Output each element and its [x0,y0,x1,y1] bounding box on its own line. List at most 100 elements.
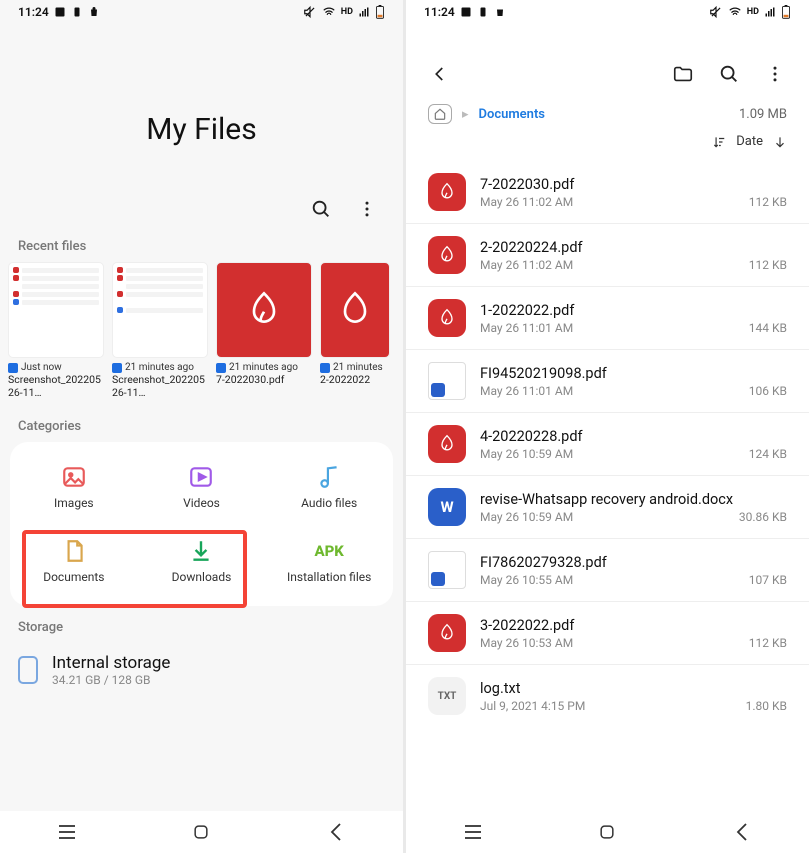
nav-back[interactable] [324,820,348,844]
search-icon [310,198,332,220]
file-date: May 26 10:59 AM [480,510,573,524]
recent-tile[interactable]: Just now Screenshot_20220526-11… [8,262,104,399]
more-button[interactable] [355,197,379,221]
file-name: 7-2022030.pdf [480,176,787,193]
status-left: 11:24 [424,5,506,19]
breadcrumb[interactable]: ▸ Documents [428,104,545,124]
home-crumb[interactable] [428,104,452,124]
file-row[interactable]: 7-2022030.pdfMay 26 11:02 AM112 KB [406,161,809,224]
file-size: 30.86 KB [739,510,787,524]
nav-home[interactable] [189,820,213,844]
pdf-file-icon [428,236,466,274]
bag-icon [88,6,100,18]
sort-icon [712,135,726,149]
images-icon [61,464,87,490]
file-row[interactable]: 3-2022022.pdfMay 26 10:53 AM112 KB [406,602,809,665]
file-date: Jul 9, 2021 4:15 PM [480,699,585,713]
recent-name: Screenshot_20220526-11… [8,373,104,399]
file-list[interactable]: 7-2022030.pdfMay 26 11:02 AM112 KB2-2022… [406,161,809,853]
toolbar [0,197,403,239]
breadcrumb-row: ▸ Documents 1.09 MB [406,104,809,134]
file-row[interactable]: FI78620279328.pdf May 26 10:55 AM 107 KB [406,539,809,602]
back-button[interactable] [428,62,452,86]
recent-time: 21 minutes ago [229,362,298,373]
pdf-icon [335,290,375,330]
more-button[interactable] [763,62,787,86]
file-name: 2-20220224.pdf [480,239,787,256]
wifi-icon [728,5,742,19]
category-downloads[interactable]: Downloads [138,528,266,592]
breadcrumb-current[interactable]: Documents [479,107,545,122]
recent-name: 7-2022030.pdf [216,373,312,386]
file-name: 1-2022022.pdf [480,302,787,319]
file-date: May 26 11:01 AM [480,321,573,335]
file-size: 1.80 KB [746,699,787,713]
category-documents[interactable]: Documents [10,528,138,592]
storage-detail: 34.21 GB / 128 GB [52,673,170,687]
search-button[interactable] [309,197,333,221]
arrow-down-icon[interactable] [773,135,787,149]
recent-files-strip[interactable]: Just now Screenshot_20220526-11… 21 minu… [0,262,403,419]
nav-back[interactable] [730,820,754,844]
status-bar: 11:24 HD [0,0,403,22]
recent-time: 21 minutes ago [125,362,194,373]
android-nav-bar [406,811,809,853]
file-date: May 26 10:55 AM [480,573,573,587]
folder-icon [672,63,694,85]
signal-icon [764,6,776,18]
file-name: FI78620279328.pdf [480,554,787,571]
recent-name: 2-2022022 [320,373,390,386]
recent-tile[interactable]: 21 minutes 2-2022022 [320,262,390,399]
file-row[interactable]: TXTlog.txtJul 9, 2021 4:15 PM1.80 KB [406,665,809,727]
storage-title: Storage [0,620,403,643]
file-row[interactable]: 1-2022022.pdf May 26 11:01 AM 144 KB [406,287,809,350]
file-size: 112 KB [749,258,787,272]
cat-label: Images [54,496,94,510]
downloads-icon [188,538,214,564]
file-date: May 26 11:01 AM [480,384,573,398]
screenshot-thumb [112,262,208,358]
file-row[interactable]: 2-20220224.pdfMay 26 11:02 AM112 KB [406,224,809,287]
recent-time: Just now [21,362,62,373]
nav-recents[interactable] [461,820,485,844]
battery-saver-icon [71,6,83,18]
file-name: revise-Whatsapp recovery android.docx [480,491,787,508]
recent-tile[interactable]: 21 minutes ago 7-2022030.pdf [216,262,312,399]
storage-name: Internal storage [52,653,170,673]
nav-recents[interactable] [55,820,79,844]
pdf-thumb [320,262,390,358]
more-vert-icon [765,64,785,84]
file-size: 144 KB [749,321,787,335]
documents-toolbar [406,22,809,104]
home-icon [433,107,447,121]
folder-button[interactable] [671,62,695,86]
category-videos[interactable]: Videos [138,454,266,518]
file-row[interactable]: 4-20220228.pdfMay 26 10:59 AM124 KB [406,413,809,476]
pdf-thumb [216,262,312,358]
file-name: 3-2022022.pdf [480,617,787,634]
file-size: 107 KB [749,573,787,587]
battery-saver-icon [477,6,489,18]
category-images[interactable]: Images [10,454,138,518]
internal-storage-row[interactable]: Internal storage 34.21 GB / 128 GB [0,643,403,693]
pdf-file-icon [428,614,466,652]
sort-row[interactable]: Date [406,134,809,161]
recent-time: 21 minutes [333,362,383,373]
file-row[interactable]: Wrevise-Whatsapp recovery android.docxMa… [406,476,809,539]
cat-label: Documents [43,570,104,584]
file-name: FI94520219098.pdf [480,365,787,382]
page-header: My Files [0,22,403,197]
categories-title: Categories [0,419,403,442]
search-button[interactable] [717,62,741,86]
nav-home[interactable] [595,820,619,844]
file-date: May 26 10:59 AM [480,447,573,461]
screenshot-thumb [8,262,104,358]
breadcrumb-sep-icon: ▸ [462,107,469,122]
file-row[interactable]: FI94520219098.pdf May 26 11:01 AM 106 KB [406,350,809,413]
recent-tile[interactable]: 21 minutes ago Screenshot_20220526-11… [112,262,208,399]
category-audio[interactable]: Audio files [265,454,393,518]
category-apk[interactable]: APK Installation files [265,528,393,592]
image-icon [54,6,66,18]
file-size: 106 KB [749,384,787,398]
doc-file-icon [428,362,466,400]
